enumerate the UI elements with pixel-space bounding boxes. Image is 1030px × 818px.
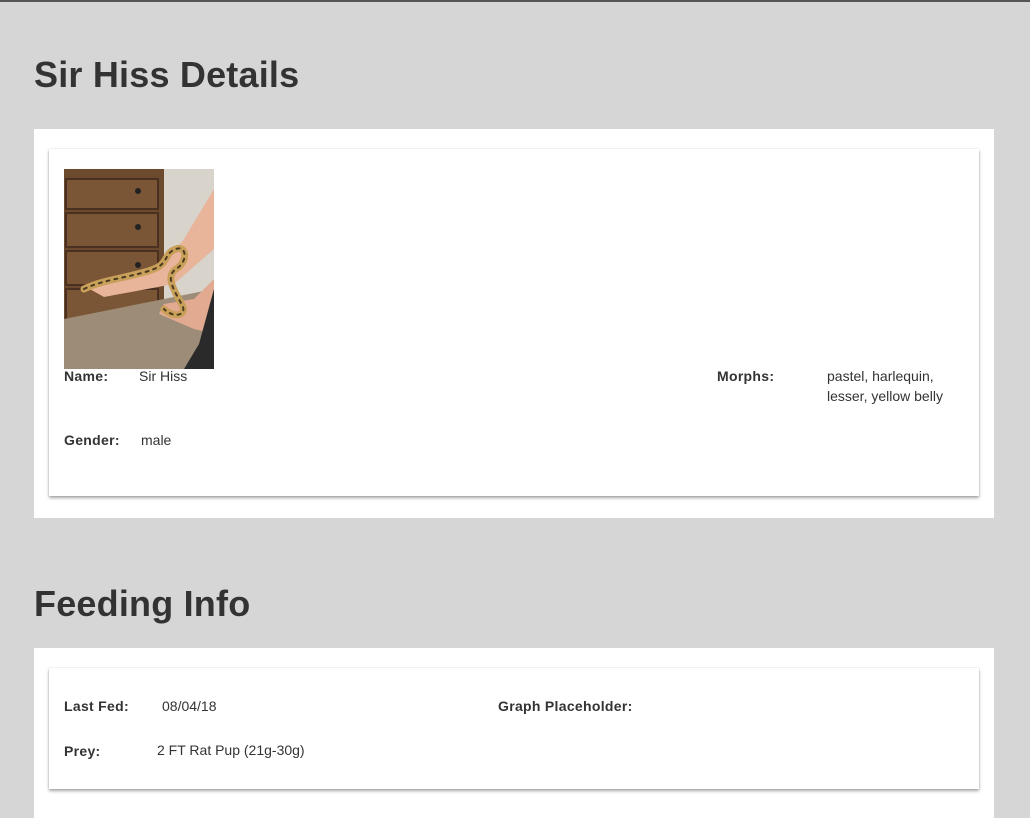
graph-placeholder-label: Graph Placeholder: [498,698,633,714]
prey-value: 2 FT Rat Pup (21g-30g) [157,742,305,758]
last-fed-value: 08/04/18 [162,698,217,714]
morphs-label: Morphs: [717,368,775,384]
name-value: Sir Hiss [139,368,188,384]
morphs-value: pastel, harlequin, lesser, yellow belly [827,368,943,404]
details-panel: Name: Sir Hiss Gender: male Morphs: past… [34,129,994,518]
gender-value: male [141,432,172,448]
feeding-card: Last Fed: 08/04/18 Prey: 2 FT Rat Pup (2… [49,668,979,789]
prey-label: Prey: [64,743,101,759]
name-label: Name: [64,368,109,384]
feeding-info-title: Feeding Info [34,583,251,624]
details-card: Name: Sir Hiss Gender: male Morphs: past… [49,149,979,496]
feeding-panel: Last Fed: 08/04/18 Prey: 2 FT Rat Pup (2… [34,648,994,818]
gender-label: Gender: [64,432,120,448]
page-title: Sir Hiss Details [34,54,300,95]
snake-photo [64,169,214,369]
last-fed-label: Last Fed: [64,698,129,714]
